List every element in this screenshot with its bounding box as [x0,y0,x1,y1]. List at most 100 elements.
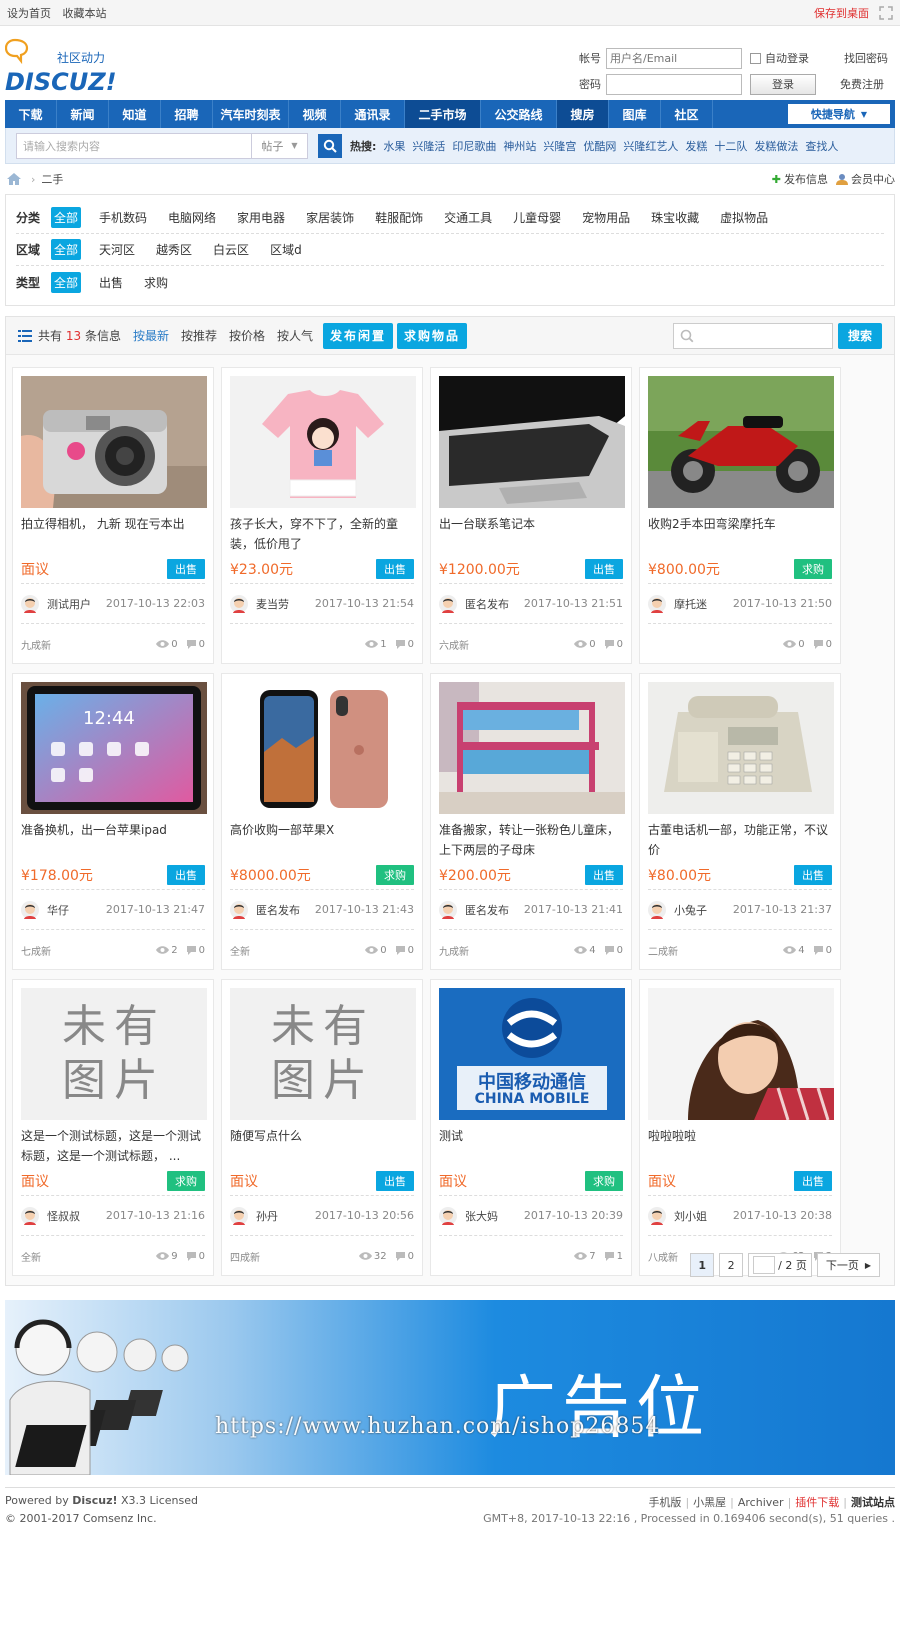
filter-option[interactable]: 电脑网络 [165,207,219,228]
hot-search-link[interactable]: 神州站 [503,138,536,154]
buy-request-button[interactable]: 求购物品 [397,322,468,349]
sort-newest[interactable]: 按最新 [133,327,169,344]
filter-option[interactable]: 越秀区 [153,239,195,260]
account-input[interactable] [606,47,742,69]
find-password-link[interactable]: 找回密码 [844,50,888,66]
register-link[interactable]: 免费注册 [840,76,884,92]
hot-search-link[interactable]: 发糕 [685,138,707,154]
item-title[interactable]: 准备换机，出一台苹果ipad [21,820,205,860]
item-image[interactable] [439,682,625,814]
filter-option[interactable]: 家用电器 [234,207,288,228]
filter-option[interactable]: 白云区 [210,239,252,260]
page-jump-input[interactable] [753,1256,776,1274]
item-card[interactable]: 12:44 准备换机，出一台苹果ipad ¥178.00元 出售 华仔 2017-10-1… [12,673,214,970]
next-page-button[interactable]: 下一页 ▶ [816,1253,880,1277]
page-link[interactable]: 1 [690,1253,715,1277]
footer-link[interactable]: 测试站点 [851,1496,895,1509]
discuz-link[interactable]: Discuz! [72,1494,117,1507]
search-button[interactable] [318,133,342,158]
nav-item-2[interactable]: 知道 [109,100,161,128]
user-name[interactable]: 刘小姐 [674,1208,733,1224]
item-image[interactable] [230,376,416,508]
user-name[interactable]: 测试用户 [47,596,106,612]
hot-search-link[interactable]: 十二队 [714,138,747,154]
user-name[interactable]: 摩托迷 [674,596,733,612]
item-title[interactable]: 拍立得相机， 九新 现在亏本出 [21,514,205,554]
avatar[interactable] [21,594,39,613]
home-icon[interactable] [7,173,21,185]
user-name[interactable]: 匿名发布 [465,902,524,918]
item-image[interactable] [648,376,834,508]
nav-item-1[interactable]: 新闻 [57,100,109,128]
user-name[interactable]: 麦当劳 [256,596,315,612]
footer-link[interactable]: 小黑屋 [693,1496,726,1509]
page-jump[interactable]: / 2 页 [748,1253,812,1277]
bookmark-link[interactable]: 收藏本站 [63,7,107,20]
item-title[interactable]: 收购2手本田弯梁摩托车 [648,514,832,554]
item-card[interactable]: 高价收购一部苹果X ¥8000.00元 求购 匿名发布 2017-10-13 21:43… [221,673,423,970]
nav-item-10[interactable]: 图库 [609,100,661,128]
avatar[interactable] [21,1206,39,1225]
item-card[interactable]: 孩子长大，穿不下了，全新的童装，低价甩了 ¥23.00元 出售 麦当劳 2017-10-… [221,367,423,664]
hot-search-link[interactable]: 查找人 [805,138,838,154]
filter-option[interactable]: 出售 [96,272,126,293]
footer-link[interactable]: 手机版 [648,1496,681,1509]
item-image[interactable]: 未有 图片 [21,988,207,1120]
nav-item-6[interactable]: 通讯录 [341,100,405,128]
avatar[interactable] [439,1206,457,1225]
item-card[interactable]: 未有 图片 这是一个测试标题，这是一个测试标题，这是一个测试标题， ... 面议 求购怪… [12,979,214,1276]
avatar[interactable] [230,594,248,613]
sort-popularity[interactable]: 按人气 [277,327,313,344]
quick-nav-button[interactable]: 快捷导航 ▼ [788,104,890,124]
set-homepage-link[interactable]: 设为首页 [7,7,51,20]
item-card[interactable]: 啦啦啦啦面议出售刘小姐2017-10-13 20:38八成新623 [639,979,841,1276]
hot-search-link[interactable]: 兴隆红艺人 [623,138,678,154]
sort-price[interactable]: 按价格 [229,327,265,344]
item-title[interactable]: 准备搬家，转让一张粉色儿童床，上下两层的子母床 [439,820,623,860]
item-title[interactable]: 古董电话机一部，功能正常，不议价 [648,820,832,860]
filter-option[interactable]: 鞋服配饰 [372,207,426,228]
password-input[interactable] [606,73,742,95]
nav-item-8[interactable]: 公交路线 [481,100,557,128]
checkbox-icon[interactable] [750,52,761,64]
filter-option[interactable]: 求购 [141,272,171,293]
user-name[interactable]: 匿名发布 [465,596,524,612]
filter-option[interactable]: 区域d [267,239,305,260]
filter-option[interactable]: 手机数码 [96,207,150,228]
filter-option[interactable]: 珠宝收藏 [648,207,702,228]
nav-item-11[interactable]: 社区 [661,100,713,128]
filter-option[interactable]: 宠物用品 [579,207,633,228]
item-image[interactable] [230,682,416,814]
nav-item-0[interactable]: 下载 [5,100,57,128]
filter-option[interactable]: 虚拟物品 [717,207,771,228]
footer-link[interactable]: 插件下载 [795,1496,839,1509]
nav-item-9[interactable]: 搜房 [557,100,609,128]
item-image[interactable]: 中国移动通信 CHINA MOBILE [439,988,625,1120]
item-title[interactable]: 这是一个测试标题，这是一个测试标题，这是一个测试标题， ... [21,1126,205,1166]
listing-search-input[interactable] [673,322,833,349]
nav-item-4[interactable]: 汽车时刻表 [213,100,289,128]
item-card[interactable]: 准备搬家，转让一张粉色儿童床，上下两层的子母床 ¥200.00元 出售 匿名发布 201… [430,673,632,970]
item-card[interactable]: 中国移动通信 CHINA MOBILE 测试 面议 求购 张大妈 2017-10-13 20… [430,979,632,1276]
ad-banner[interactable]: 广告位 https://www.huzhan.com/ishop26854 [5,1300,895,1475]
item-title[interactable]: 随便写点什么 [230,1126,414,1166]
nav-item-7[interactable]: 二手市场 [405,100,481,128]
item-card[interactable]: 拍立得相机， 九新 现在亏本出 面议 出售 测试用户 2017-10-13 22:03 九… [12,367,214,664]
item-image[interactable] [21,376,207,508]
user-name[interactable]: 匿名发布 [256,902,315,918]
breadcrumb-current[interactable]: 二手 [41,171,63,187]
item-image[interactable]: 12:44 [21,682,207,814]
auto-login-checkbox[interactable]: 自动登录 [750,50,830,66]
save-to-desktop-link[interactable]: 保存到桌面 [814,5,869,21]
member-center-link[interactable]: 会员中心 [836,171,895,187]
item-card[interactable]: 出一台联系笔记本 ¥1200.00元 出售 匿名发布 2017-10-13 21:51 六… [430,367,632,664]
avatar[interactable] [230,900,248,919]
nav-item-3[interactable]: 招聘 [161,100,213,128]
hot-search-link[interactable]: 兴隆宫 [543,138,576,154]
publish-info-link[interactable]: ✚ 发布信息 [772,171,828,187]
item-card[interactable]: 收购2手本田弯梁摩托车 ¥800.00元 求购 摩托迷 2017-10-13 21:50… [639,367,841,664]
user-name[interactable]: 小兔子 [674,902,733,918]
user-name[interactable]: 张大妈 [465,1208,524,1224]
publish-idle-button[interactable]: 发布闲置 [323,322,394,349]
avatar[interactable] [648,1206,666,1225]
